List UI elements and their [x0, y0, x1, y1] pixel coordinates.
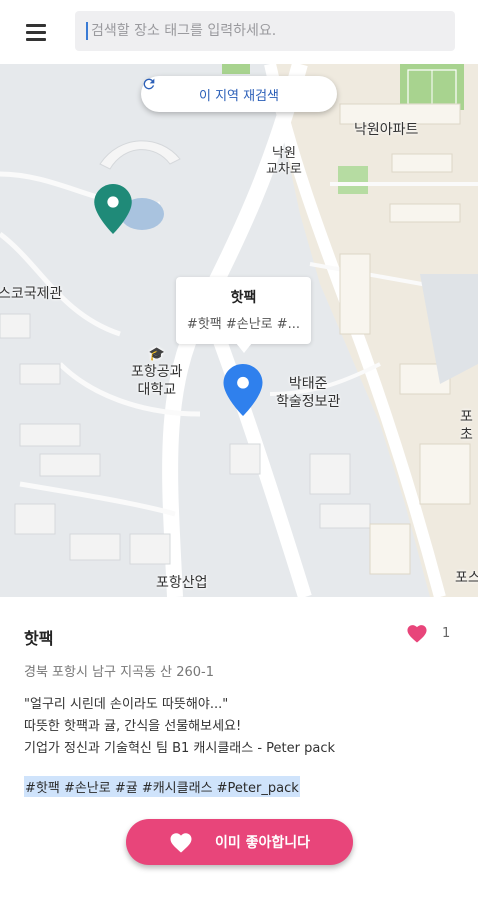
map-label: 낙원 교차로	[266, 146, 302, 179]
place-name: 핫팩	[24, 629, 54, 648]
graduation-cap-icon: 🎓	[148, 347, 165, 362]
map-label-line: 박태준	[288, 376, 328, 392]
map-label: 포스	[455, 570, 478, 586]
like-count: 1	[442, 625, 451, 641]
map-label-line: 낙원	[271, 146, 296, 161]
place-tags: #핫팩 #손난로 #귤 #캐시클래스 #Peter_pack	[24, 776, 300, 797]
place-description: "얼구리 시린데 손이라도 따뜻해야..." 따뜻한 핫팩과 귤, 간식을 선물…	[24, 694, 335, 760]
map-view[interactable]: 낙원아파트 낙원 교차로 스코국제관 🎓 포항공과 대학교 박태준 학술정보관 …	[0, 64, 478, 597]
map-label: 스코국제관	[0, 286, 63, 302]
map-label-line: 대학교	[137, 381, 177, 398]
callout-tags: #핫팩 #손난로 #...	[186, 317, 301, 332]
already-liked-label: 이미 좋아합니다	[214, 835, 311, 851]
location-pin-icon	[223, 364, 263, 416]
heart-icon	[407, 625, 427, 643]
place-detail-panel: 핫팩 1 경북 포항시 남구 지곡동 산 260-1 "얼구리 시린데 손이라도…	[0, 597, 478, 900]
heart-icon	[170, 833, 192, 853]
description-line: 기업가 정신과 기술혁신 팀 B1 캐시클래스 - Peter pack	[24, 741, 336, 756]
already-liked-button[interactable]: 이미 좋아합니다	[126, 819, 353, 865]
map-label: 박태준 학술정보관	[276, 376, 340, 411]
top-bar	[0, 0, 478, 64]
like-toggle[interactable]: 1	[406, 623, 450, 643]
map-label-line: 포	[460, 409, 473, 425]
callout-title: 핫팩	[230, 290, 257, 306]
map-label: 낙원아파트	[354, 122, 419, 138]
map-label-line: 학술정보관	[276, 393, 341, 410]
menu-icon[interactable]	[22, 18, 52, 46]
research-area-label: 이 지역 재검색	[198, 88, 280, 104]
map-label-line: 교차로	[266, 162, 302, 178]
location-pin-icon	[94, 184, 132, 234]
map-label: 🎓 포항공과 대학교	[131, 347, 183, 399]
map-label: 포 초	[460, 409, 473, 444]
map-label-line: 초	[460, 426, 473, 443]
refresh-icon	[143, 78, 155, 90]
map-label-line: 포항공과	[131, 364, 183, 381]
place-address: 경북 포항시 남구 지곡동 산 260-1	[24, 665, 214, 680]
marker-callout[interactable]: 핫팩 #핫팩 #손난로 #...	[176, 277, 311, 353]
research-area-button[interactable]: 이 지역 재검색	[141, 76, 337, 112]
search-input[interactable]	[75, 11, 455, 51]
map-label: 포항산업	[156, 575, 208, 591]
search-box[interactable]	[75, 11, 455, 51]
description-line: 따뜻한 핫팩과 귤, 간식을 선물해보세요!	[24, 719, 242, 734]
description-line: "얼구리 시린데 손이라도 따뜻해야..."	[24, 697, 229, 712]
